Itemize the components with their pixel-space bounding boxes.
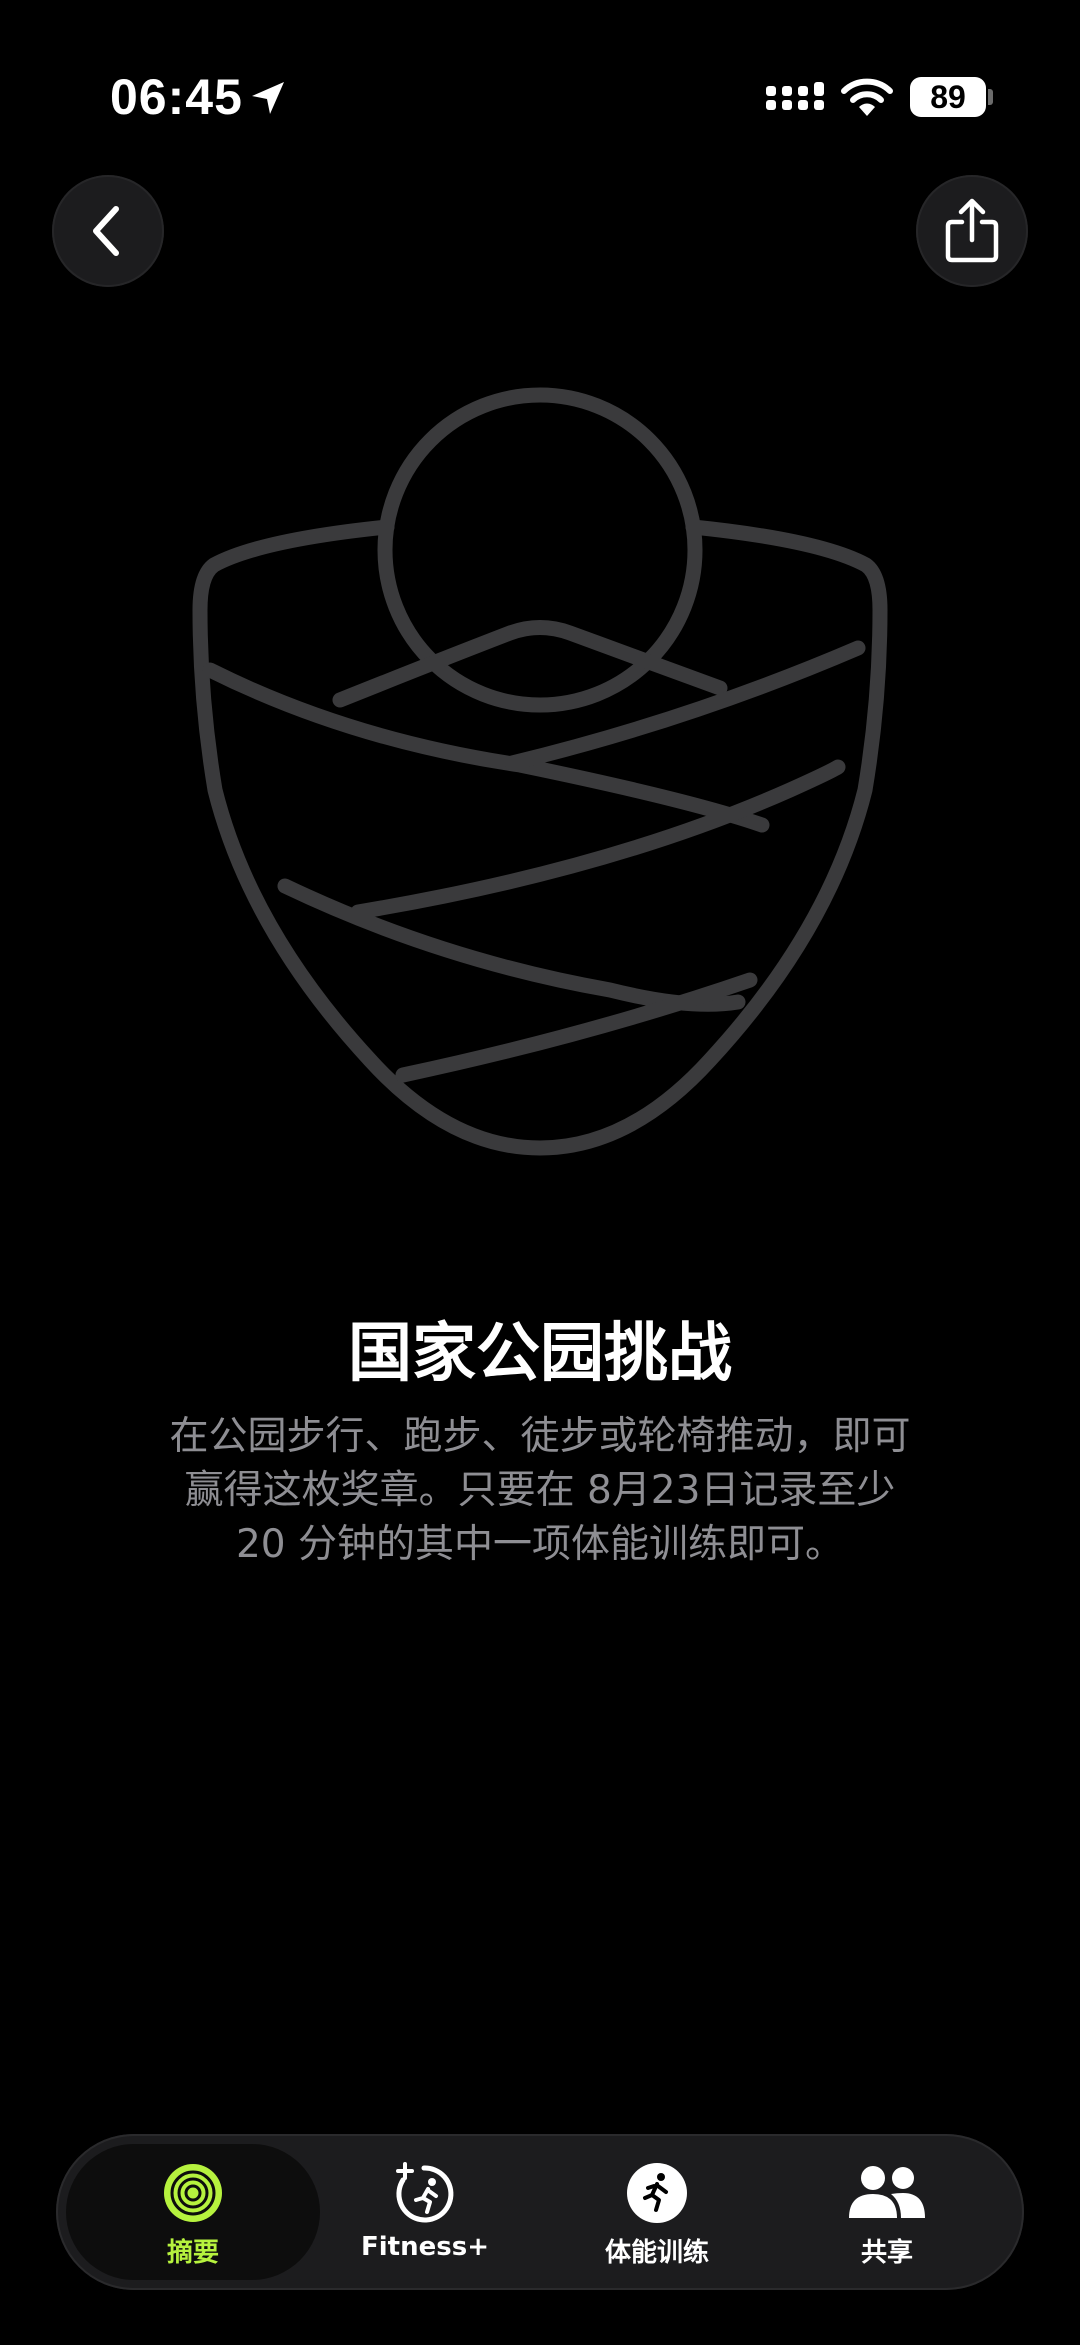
share-button[interactable] bbox=[916, 175, 1028, 287]
location-arrow-icon bbox=[252, 82, 284, 114]
tab-workout[interactable]: 体能训练 bbox=[546, 2134, 768, 2290]
cellular-signal-icon bbox=[766, 82, 824, 110]
activity-rings-icon bbox=[164, 2164, 222, 2222]
people-icon bbox=[849, 2166, 925, 2218]
battery-cap bbox=[988, 89, 993, 105]
status-time: 06:45 bbox=[110, 69, 243, 125]
status-bar: 06:45 89 bbox=[0, 0, 1080, 200]
tab-label: Fitness+ bbox=[361, 2232, 489, 2262]
chevron-left-icon bbox=[93, 206, 119, 256]
award-title: 国家公园挑战 bbox=[348, 1317, 732, 1391]
battery-indicator: 89 bbox=[910, 77, 986, 117]
national-parks-badge-icon bbox=[192, 387, 888, 1156]
battery-level: 89 bbox=[930, 78, 966, 115]
tab-label: 体能训练 bbox=[604, 2238, 709, 2268]
tab-bar: 摘要 Fitness+ 体能训练 共享 bbox=[56, 2134, 1024, 2290]
wifi-icon bbox=[841, 78, 893, 116]
award-description-line: 在公园步行、跑步、徒步或轮椅推动，即可 bbox=[169, 1414, 911, 1459]
share-icon bbox=[945, 198, 999, 263]
fitness-plus-icon bbox=[396, 2162, 454, 2223]
tab-label: 共享 bbox=[860, 2238, 913, 2268]
tab-label: 摘要 bbox=[166, 2238, 219, 2268]
tab-fitness-plus[interactable]: Fitness+ bbox=[314, 2134, 536, 2290]
award-description-line: 赢得这枚奖章。只要在 8月23日记录至少 bbox=[184, 1468, 896, 1513]
running-figure-icon bbox=[627, 2163, 687, 2223]
award-description-line: 20 分钟的其中一项体能训练即可。 bbox=[235, 1522, 845, 1567]
award-description: 在公园步行、跑步、徒步或轮椅推动，即可 赢得这枚奖章。只要在 8月23日记录至少… bbox=[110, 1410, 970, 1572]
back-button[interactable] bbox=[52, 175, 164, 287]
tab-summary[interactable]: 摘要 bbox=[82, 2134, 304, 2290]
tab-sharing[interactable]: 共享 bbox=[776, 2134, 998, 2290]
